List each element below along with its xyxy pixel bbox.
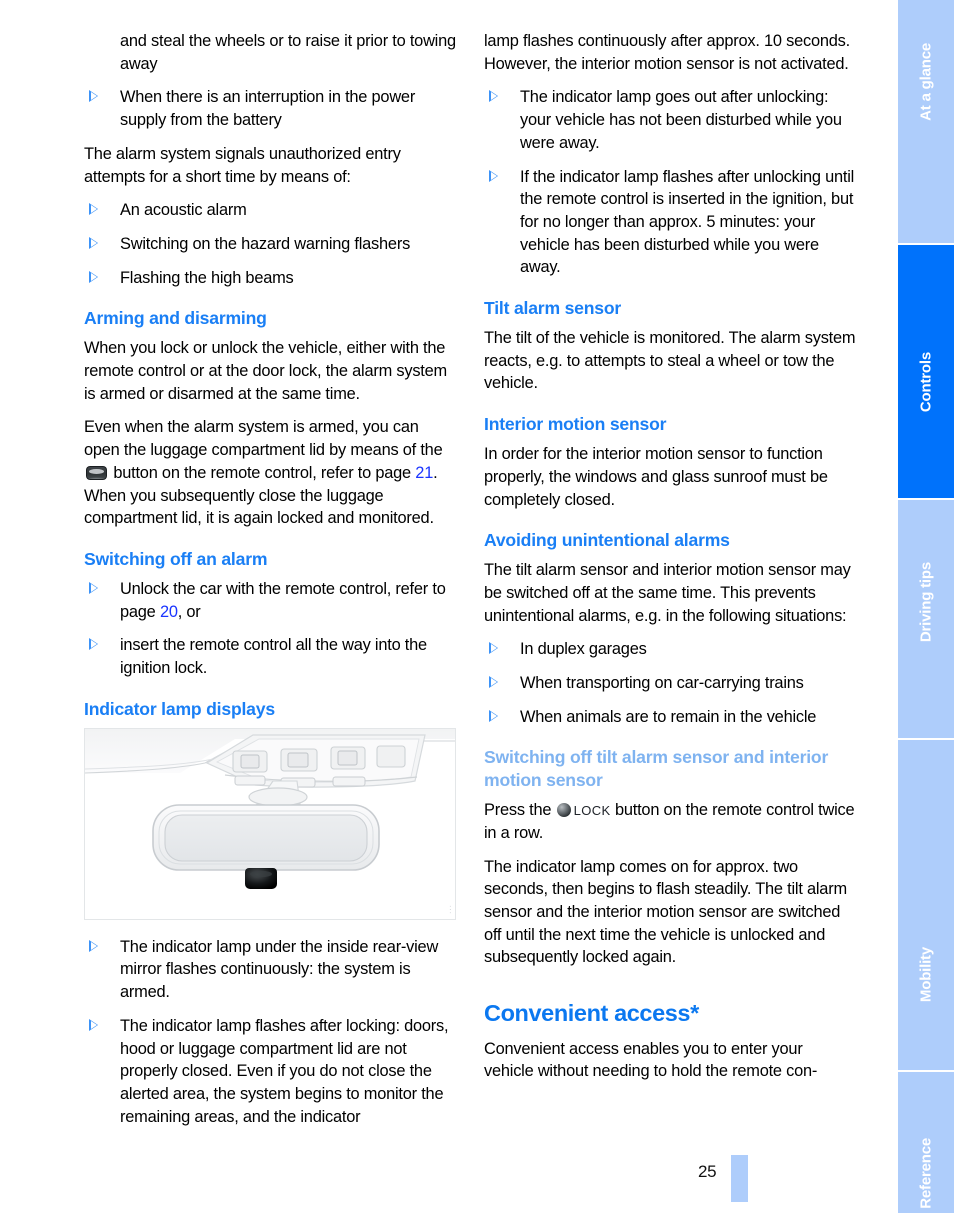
bullet-indicator-after-locking: The indicator lamp flashes after locking… bbox=[84, 1015, 456, 1129]
triangle-bullet-icon bbox=[89, 581, 98, 594]
triangle-bullet-icon bbox=[89, 90, 98, 103]
paragraph-arming-1: When you lock or unlock the vehicle, eit… bbox=[84, 339, 447, 403]
bullet-power-supply: When there is an interruption in the pow… bbox=[84, 86, 456, 131]
bullet-text: Switching on the hazard warning flashers bbox=[120, 235, 411, 254]
bullet-text-part2: , or bbox=[177, 602, 201, 621]
sidebar-tab-at-a-glance[interactable]: At a glance bbox=[898, 0, 954, 243]
paragraph-text-part2: button on the remote control, refer to p… bbox=[113, 463, 411, 482]
bullet-text: and steal the wheels or to raise it prio… bbox=[120, 32, 456, 73]
triangle-bullet-icon bbox=[489, 675, 498, 688]
bullet-animals-in-vehicle: When animals are to remain in the vehicl… bbox=[484, 706, 856, 729]
bullet-text: An acoustic alarm bbox=[120, 201, 247, 220]
bullet-duplex-garages: In duplex garages bbox=[484, 638, 856, 661]
paragraph-tilt-alarm-sensor: The tilt of the vehicle is monitored. Th… bbox=[484, 329, 856, 393]
sidebar-tab-label: Driving tips bbox=[917, 561, 935, 642]
paragraph-text-part1: Even when the alarm system is armed, you… bbox=[84, 418, 443, 460]
paragraph-avoiding-alarms: The tilt alarm sensor and interior motio… bbox=[484, 561, 851, 625]
paragraph-continued-lamp-flashes: lamp flashes continuously after approx. … bbox=[484, 32, 850, 73]
page-reference-link-20[interactable]: 20 bbox=[160, 603, 178, 621]
paragraph-press-lock-button: Press the LOCK button on the remote cont… bbox=[484, 799, 856, 844]
bullet-acoustic-alarm: An acoustic alarm bbox=[84, 199, 456, 222]
page-reference-link-21[interactable]: 21 bbox=[415, 464, 433, 482]
sidebar-tab-driving-tips[interactable]: Driving tips bbox=[898, 500, 954, 738]
bullet-lamp-goes-out: The indicator lamp goes out after unlock… bbox=[484, 86, 856, 154]
bullet-text: When animals are to remain in the vehicl… bbox=[520, 707, 817, 726]
heading-tilt-alarm-sensor: Tilt alarm sensor bbox=[484, 298, 622, 319]
bullet-indicator-armed: The indicator lamp under the inside rear… bbox=[84, 936, 456, 1004]
heading-avoiding-unintentional-alarms: Avoiding unintentional alarms bbox=[484, 530, 730, 551]
paragraph-text-part1: Press the bbox=[484, 801, 552, 820]
triangle-bullet-icon bbox=[89, 270, 98, 283]
bullet-car-carrying-trains: When transporting on car-carrying trains bbox=[484, 672, 856, 695]
bullet-text: When there is an interruption in the pow… bbox=[120, 88, 416, 130]
paragraph-arming-2: Even when the alarm system is armed, you… bbox=[84, 416, 456, 530]
heading-interior-motion-sensor: Interior motion sensor bbox=[484, 414, 667, 435]
heading-indicator-lamp-displays: Indicator lamp displays bbox=[84, 698, 275, 719]
bullet-hazard-flashers: Switching on the hazard warning flashers bbox=[84, 233, 456, 256]
page-number-marker bbox=[731, 1155, 748, 1202]
sidebar-tab-mobility[interactable]: Mobility bbox=[898, 740, 954, 1070]
bullet-text: insert the remote control all the way in… bbox=[120, 636, 427, 678]
heading-convenient-access: Convenient access* bbox=[484, 1000, 699, 1027]
heading-arming-and-disarming: Arming and disarming bbox=[84, 308, 267, 329]
bullet-text: If the indicator lamp flashes after unlo… bbox=[520, 167, 855, 277]
sidebar-tab-reference[interactable]: Reference bbox=[898, 1072, 954, 1213]
lock-button-icon bbox=[556, 803, 571, 818]
bullet-text: The indicator lamp flashes after locking… bbox=[120, 1016, 449, 1126]
rearview-mirror-illustration bbox=[85, 728, 455, 919]
right-text-column: lamp flashes continuously after approx. … bbox=[484, 30, 856, 1094]
triangle-bullet-icon bbox=[89, 638, 98, 651]
paragraph-interior-motion-sensor: In order for the interior motion sensor … bbox=[484, 445, 828, 509]
manual-page: and steal the wheels or to raise it prio… bbox=[0, 0, 954, 1213]
bullet-insert-remote: insert the remote control all the way in… bbox=[84, 634, 456, 679]
triangle-bullet-icon bbox=[489, 642, 498, 655]
bullet-text: The indicator lamp under the inside rear… bbox=[120, 937, 439, 1002]
left-text-column: and steal the wheels or to raise it prio… bbox=[84, 30, 456, 1139]
sidebar-tab-controls[interactable]: Controls bbox=[898, 245, 954, 498]
paragraph-convenient-access: Convenient access enables you to enter y… bbox=[484, 1039, 818, 1081]
triangle-bullet-icon bbox=[89, 237, 98, 250]
heading-switching-off-sensors: Switching off tilt alarm sensor and inte… bbox=[484, 747, 829, 791]
page-number: 25 bbox=[698, 1162, 717, 1181]
lock-label: LOCK bbox=[573, 803, 611, 819]
bullet-unlock-with-remote: Unlock the car with the remote control, … bbox=[84, 578, 456, 623]
bullet-text: Flashing the high beams bbox=[120, 268, 294, 287]
bullet-lamp-flashes-after-unlocking: If the indicator lamp flashes after unlo… bbox=[484, 166, 856, 280]
sidebar-tab-label: Reference bbox=[917, 1138, 935, 1209]
triangle-bullet-icon bbox=[89, 1018, 98, 1031]
bullet-text: In duplex garages bbox=[520, 640, 647, 659]
triangle-bullet-icon bbox=[489, 709, 498, 722]
triangle-bullet-icon bbox=[489, 90, 498, 103]
paragraph-indicator-comes-on: The indicator lamp comes on for approx. … bbox=[484, 857, 847, 967]
triangle-bullet-icon bbox=[489, 169, 498, 182]
bullet-continued: and steal the wheels or to raise it prio… bbox=[84, 30, 456, 75]
bullet-high-beams: Flashing the high beams bbox=[84, 267, 456, 290]
triangle-bullet-icon bbox=[89, 939, 98, 952]
figure-id-label: … bbox=[443, 904, 454, 915]
chapter-tabs-sidebar: At a glance Controls Driving tips Mobili… bbox=[898, 0, 954, 1213]
bullet-text: When transporting on car-carrying trains bbox=[520, 673, 804, 692]
triangle-bullet-icon bbox=[89, 203, 98, 216]
heading-switching-off-an-alarm: Switching off an alarm bbox=[84, 549, 268, 570]
figure-rearview-mirror-indicator-lamp: … bbox=[84, 727, 456, 920]
paragraph-alarm-signals: The alarm system signals unauthorized en… bbox=[84, 144, 401, 186]
bullet-text: The indicator lamp goes out after unlock… bbox=[520, 88, 842, 152]
sidebar-tab-label: Controls bbox=[917, 351, 935, 412]
trunk-release-icon bbox=[86, 465, 107, 480]
sidebar-tab-label: Mobility bbox=[917, 946, 935, 1002]
sidebar-tab-label: At a glance bbox=[917, 43, 935, 121]
